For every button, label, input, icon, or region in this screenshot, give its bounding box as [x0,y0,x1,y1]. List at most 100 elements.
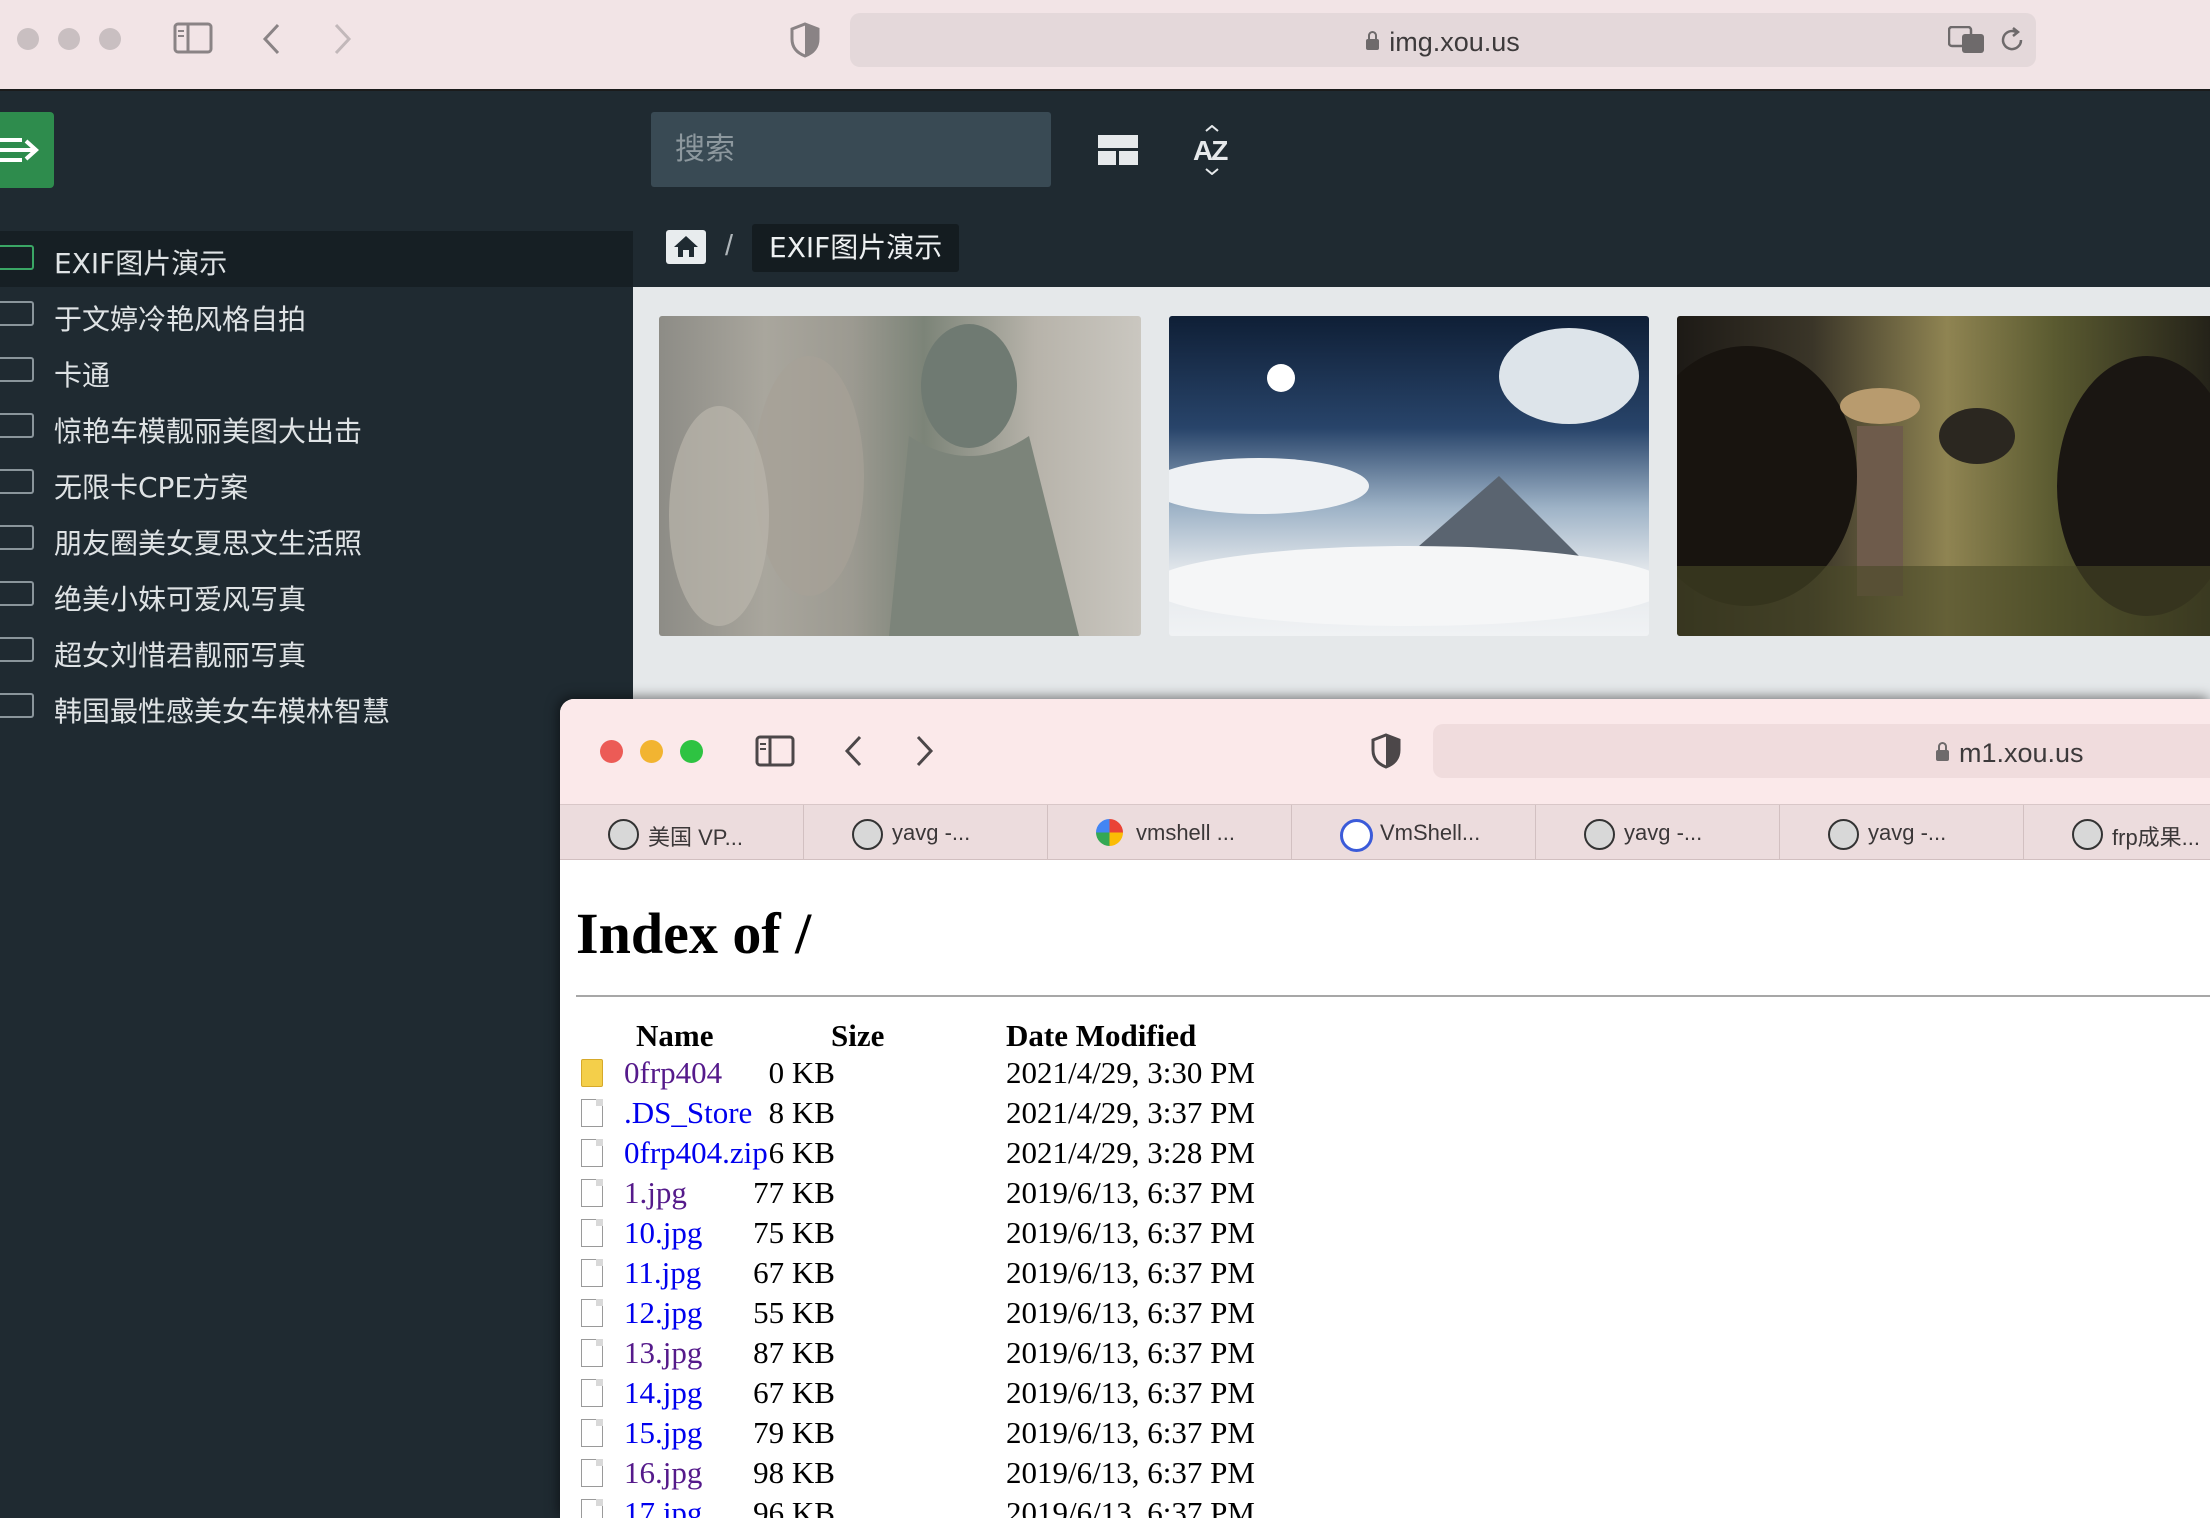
reload-icon[interactable] [2000,26,2026,54]
file-link[interactable]: 0frp404 [624,1055,722,1091]
menu-toggle-button[interactable] [0,112,54,188]
gallery-thumbnail[interactable] [659,316,1141,636]
minimize-window-button[interactable] [58,28,80,50]
file-link[interactable]: 11.jpg [624,1255,701,1291]
file-icon [581,1219,603,1247]
url-text: m1.xou.us [1959,738,2084,768]
file-link[interactable]: 16.jpg [624,1455,702,1491]
sidebar-item-label: 绝美小妹可爱风写真 [54,583,307,616]
folder-icon [0,637,34,662]
file-link[interactable]: 12.jpg [624,1295,702,1331]
address-bar[interactable]: m1.xou.us [1433,724,2210,778]
file-icon [581,1419,603,1447]
file-link[interactable]: 10.jpg [624,1215,702,1251]
sidebar-item[interactable]: 惊艳车模靓丽美图大出击 [0,399,633,455]
lock-icon [1366,31,1380,50]
file-icon [581,1379,603,1407]
sidebar-item[interactable]: 朋友圈美女夏思文生活照 [0,511,633,567]
avatar-icon [852,819,883,850]
file-size: 79 KB [753,1415,835,1450]
zoom-window-button[interactable] [680,740,703,763]
sidebar-item[interactable]: 卡通 [0,343,633,399]
file-icon [581,1179,603,1207]
column-header-name[interactable]: Name [636,1018,713,1054]
address-bar[interactable]: img.xou.us [850,13,2036,67]
sidebar-item[interactable]: 于文婷冷艳风格自拍 [0,287,633,343]
browser-tab[interactable]: 美国 VP... [560,805,804,860]
privacy-shield-icon[interactable] [1371,733,1401,769]
sidebar-item-exif[interactable]: EXIF图片演示 [0,231,633,287]
elephants-man-image [1677,346,2210,636]
sidebar-item-label: 朋友圈美女夏思文生活照 [54,527,363,560]
file-size: 96 KB [753,1495,835,1518]
file-date: 2019/6/13, 6:37 PM [1006,1255,1255,1290]
home-icon [674,236,698,257]
forward-arrow-icon[interactable] [330,22,354,56]
browser-tab[interactable]: yavg -... [804,805,1048,860]
file-link[interactable]: 15.jpg [624,1415,702,1451]
sidebar-item[interactable]: 韩国最性感美女车模林智慧 [0,679,633,735]
close-window-button[interactable] [17,28,39,50]
table-row: 12.jpg 55 KB 2019/6/13, 6:37 PM [560,1293,2210,1333]
file-icon [581,1139,603,1167]
browser-tab[interactable]: VmShell... [1292,805,1536,860]
layout-grid-icon[interactable] [1098,135,1138,165]
privacy-shield-icon[interactable] [790,22,820,58]
back-arrow-icon[interactable] [842,734,866,768]
forward-arrow-icon[interactable] [912,734,936,768]
file-date: 2019/6/13, 6:37 PM [1006,1215,1255,1250]
front-browser-window: m1.xou.us 美国 VP... yavg -... vmshell ...… [560,699,2210,1518]
file-size: 67 KB [753,1255,835,1290]
minimize-window-button[interactable] [640,740,663,763]
home-button[interactable] [666,230,706,264]
tab-bar: 美国 VP... yavg -... vmshell ... VmShell..… [560,804,2210,860]
file-link[interactable]: 0frp404.zip [624,1135,768,1171]
browser-tab[interactable]: vmshell ... [1048,805,1292,860]
file-icon [581,1299,603,1327]
search-input[interactable] [651,112,1051,187]
back-arrow-icon[interactable] [260,22,284,56]
zoom-window-button[interactable] [99,28,121,50]
avatar-icon [2072,819,2103,850]
folder-icon [0,581,34,606]
file-link[interactable]: 13.jpg [624,1335,702,1371]
sidebar-item[interactable]: 绝美小妹可爱风写真 [0,567,633,623]
file-icon [581,1259,603,1287]
table-row: 13.jpg 87 KB 2019/6/13, 6:37 PM [560,1333,2210,1373]
gallery-thumbnail[interactable] [1677,316,2210,636]
column-header-size[interactable]: Size [831,1018,884,1054]
file-link[interactable]: 1.jpg [624,1175,687,1211]
sidebar-item[interactable]: 无限卡CPE方案 [0,455,633,511]
sidebar-item-label: 无限卡CPE方案 [54,471,249,504]
sidebar-toggle-icon[interactable] [173,22,213,56]
sort-az-button[interactable]: AZ [1192,124,1232,176]
file-size: 77 KB [753,1175,835,1210]
browser-tab[interactable]: yavg -... [1780,805,2024,860]
file-date: 2021/4/29, 3:30 PM [1006,1055,1255,1090]
file-date: 2019/6/13, 6:37 PM [1006,1335,1255,1370]
table-row: 16.jpg 98 KB 2019/6/13, 6:37 PM [560,1453,2210,1493]
sidebar-toggle-icon[interactable] [755,735,795,769]
translate-icon[interactable] [1948,26,1986,54]
tab-label: yavg -... [892,820,971,845]
file-link[interactable]: 17.jpg [624,1495,702,1518]
tab-label: yavg -... [1624,820,1703,845]
file-icon [581,1459,603,1487]
file-size: 6 KB [768,1135,835,1170]
file-link[interactable]: 14.jpg [624,1375,702,1411]
tab-label: VmShell... [1380,820,1481,845]
gallery-thumbnail[interactable] [1169,316,1649,636]
buddha-statue-image [669,324,1079,636]
browser-tab[interactable]: frp成果... [2024,805,2210,860]
file-date: 2019/6/13, 6:37 PM [1006,1415,1255,1450]
sidebar-item-label: 韩国最性感美女车模林智慧 [54,695,391,728]
url-text: img.xou.us [1389,27,1520,57]
file-icon [581,1339,603,1367]
front-browser-toolbar: m1.xou.us [560,699,2210,804]
close-window-button[interactable] [600,740,623,763]
column-header-date[interactable]: Date Modified [1006,1018,1196,1054]
sidebar-item[interactable]: 超女刘惜君靓丽写真 [0,623,633,679]
avatar-icon [608,819,639,850]
file-link[interactable]: .DS_Store [624,1095,752,1131]
browser-tab[interactable]: yavg -... [1536,805,1780,860]
